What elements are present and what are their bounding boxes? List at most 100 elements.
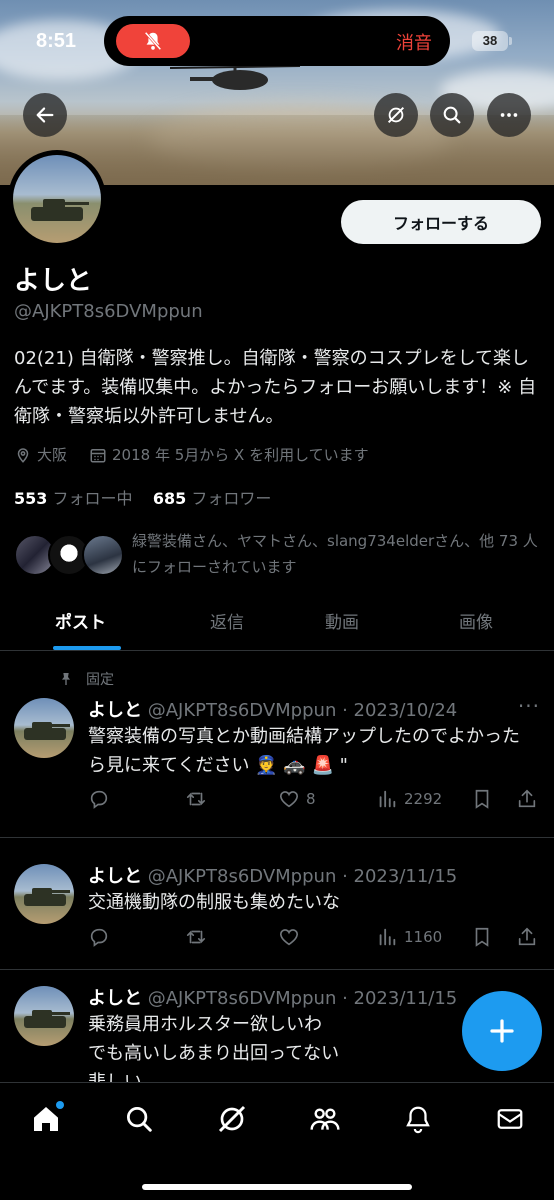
search-icon bbox=[443, 106, 461, 124]
profile-bio: 02(21) 自衛隊・警察推し。自衛隊・警察のコスプレをして楽しんでます。装備収… bbox=[14, 348, 537, 427]
post-item[interactable]: 固定 よしと @AJKPT8s6DVMppun · 2023/10/24 ···… bbox=[0, 652, 554, 838]
followers-label: フォロワー bbox=[191, 489, 272, 508]
post-text: 警察装備の写真とか動画結構アップしたのでよかったら見に来てください 👮 🚓 🚨 … bbox=[88, 726, 520, 776]
reply-button[interactable] bbox=[88, 926, 110, 948]
profile-name: よしと bbox=[14, 266, 93, 296]
post-avatar[interactable] bbox=[14, 986, 74, 1046]
repost-icon bbox=[186, 792, 206, 806]
more-icon bbox=[500, 113, 518, 117]
views-count: 1160 bbox=[404, 928, 443, 946]
post-actions: 1160 bbox=[88, 926, 542, 952]
status-time: 8:51 bbox=[36, 30, 77, 52]
followed-by-row[interactable]: 緑警装備さん、ヤマトさん、slang734elderさん、他 73 人にフォロー… bbox=[14, 532, 544, 582]
share-button[interactable] bbox=[516, 788, 538, 810]
compose-button[interactable] bbox=[462, 991, 542, 1071]
reply-icon bbox=[90, 790, 108, 809]
bookmark-button[interactable] bbox=[471, 926, 493, 948]
mute-label: 消音 bbox=[396, 33, 432, 54]
repost-icon bbox=[186, 930, 206, 944]
bookmark-icon bbox=[475, 789, 489, 809]
post-author-name[interactable]: よしと bbox=[88, 988, 142, 1009]
tab-videos[interactable]: 動画 bbox=[325, 608, 359, 633]
post-header: よしと @AJKPT8s6DVMppun · 2023/11/15 bbox=[88, 984, 457, 1010]
post-author-name[interactable]: よしと bbox=[88, 866, 142, 887]
nav-search[interactable] bbox=[121, 1101, 157, 1137]
views-icon bbox=[379, 790, 396, 808]
views-icon bbox=[379, 928, 396, 946]
profile-tabs: ポスト 返信 動画 画像 bbox=[0, 596, 554, 651]
reply-button[interactable] bbox=[88, 788, 110, 810]
grok-icon bbox=[218, 1105, 246, 1133]
grok-icon bbox=[387, 106, 405, 124]
views-button[interactable]: 2292 bbox=[376, 788, 442, 810]
nav-grok[interactable] bbox=[214, 1101, 250, 1137]
battery-tip bbox=[509, 37, 512, 45]
search-icon bbox=[127, 1107, 152, 1132]
nav-messages[interactable] bbox=[492, 1101, 528, 1137]
post-meta: @AJKPT8s6DVMppun · 2023/11/15 bbox=[147, 866, 458, 887]
nav-home[interactable] bbox=[28, 1101, 64, 1137]
arrow-left-icon bbox=[36, 107, 54, 123]
post-actions: 8 2292 bbox=[88, 788, 542, 814]
profile-joined: 2018 年 5月から X を利用しています bbox=[112, 446, 369, 464]
profile-handle: @AJKPT8s6DVMppun bbox=[14, 301, 203, 322]
back-button[interactable] bbox=[23, 93, 67, 137]
calendar-icon bbox=[90, 448, 106, 462]
follower-avatar bbox=[82, 534, 124, 576]
share-button[interactable] bbox=[516, 926, 538, 948]
active-tab-indicator bbox=[53, 646, 121, 650]
like-count: 8 bbox=[306, 790, 316, 808]
profile-meta: 大阪 2018 年 5月から X を利用しています bbox=[14, 444, 369, 465]
profile-avatar[interactable] bbox=[8, 150, 106, 248]
repost-button[interactable] bbox=[184, 788, 208, 810]
heart-icon bbox=[279, 929, 299, 946]
home-notification-dot bbox=[56, 1101, 64, 1109]
tab-replies[interactable]: 返信 bbox=[210, 608, 244, 633]
more-button[interactable] bbox=[487, 93, 531, 137]
post-meta: @AJKPT8s6DVMppun · 2023/10/24 bbox=[147, 700, 458, 721]
follow-button[interactable]: フォローする bbox=[341, 200, 541, 244]
nav-communities[interactable] bbox=[307, 1101, 343, 1137]
status-bar: 8:51 消音 38 bbox=[0, 0, 554, 80]
pinned-indicator: 固定 bbox=[58, 669, 114, 689]
post-avatar[interactable] bbox=[14, 698, 74, 758]
following-link[interactable]: 553 フォロー中 bbox=[14, 489, 133, 508]
profile-location: 大阪 bbox=[37, 446, 68, 464]
avatar-image bbox=[13, 155, 101, 243]
location-icon bbox=[17, 447, 29, 463]
post-text: 乗務員用ホルスター欲しいわ でも高いしあまり出回ってない 悲しい bbox=[88, 1014, 340, 1082]
grok-button[interactable] bbox=[374, 93, 418, 137]
post-avatar[interactable] bbox=[14, 864, 74, 924]
post-item[interactable]: よしと @AJKPT8s6DVMppun · 2023/11/15 交通機動隊の… bbox=[0, 838, 554, 970]
follow-counts: 553 フォロー中 685 フォロワー bbox=[14, 485, 271, 509]
pinned-label: 固定 bbox=[86, 672, 114, 688]
dynamic-island: 消音 bbox=[104, 16, 450, 66]
plus-icon bbox=[490, 1019, 514, 1043]
battery-indicator: 38 bbox=[472, 31, 508, 51]
tab-posts[interactable]: ポスト bbox=[55, 608, 106, 633]
post-meta: @AJKPT8s6DVMppun · 2023/11/15 bbox=[147, 988, 458, 1009]
pin-icon bbox=[62, 673, 70, 685]
share-icon bbox=[518, 789, 536, 808]
like-button[interactable] bbox=[278, 926, 300, 948]
post-more-button[interactable]: ··· bbox=[518, 694, 540, 718]
tab-images[interactable]: 画像 bbox=[459, 608, 493, 633]
search-button[interactable] bbox=[430, 93, 474, 137]
post-text: 交通機動隊の制服も集めたいな bbox=[88, 892, 340, 913]
reply-icon bbox=[90, 928, 108, 947]
bell-icon bbox=[406, 1106, 430, 1134]
post-header: よしと @AJKPT8s6DVMppun · 2023/10/24 bbox=[88, 696, 457, 722]
bookmark-icon bbox=[475, 927, 489, 947]
nav-notifications[interactable] bbox=[400, 1101, 436, 1137]
views-button[interactable]: 1160 bbox=[376, 926, 442, 948]
followed-by-text: 緑警装備さん、ヤマトさん、slang734elderさん、他 73 人にフォロー… bbox=[132, 532, 538, 576]
mail-icon bbox=[497, 1109, 523, 1129]
following-count: 553 bbox=[14, 489, 48, 508]
like-button[interactable]: 8 bbox=[278, 788, 316, 810]
bell-slash-icon bbox=[144, 31, 162, 51]
followers-link[interactable]: 685 フォロワー bbox=[153, 489, 272, 508]
post-author-name[interactable]: よしと bbox=[88, 700, 142, 721]
views-count: 2292 bbox=[404, 790, 443, 808]
bookmark-button[interactable] bbox=[471, 788, 493, 810]
repost-button[interactable] bbox=[184, 926, 208, 948]
